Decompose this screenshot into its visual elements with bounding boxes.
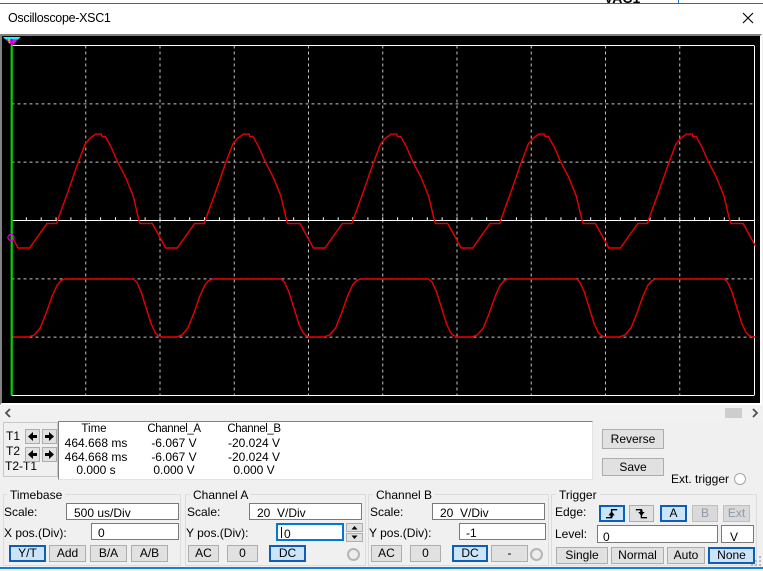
svg-text:1: 1 — [10, 39, 14, 46]
